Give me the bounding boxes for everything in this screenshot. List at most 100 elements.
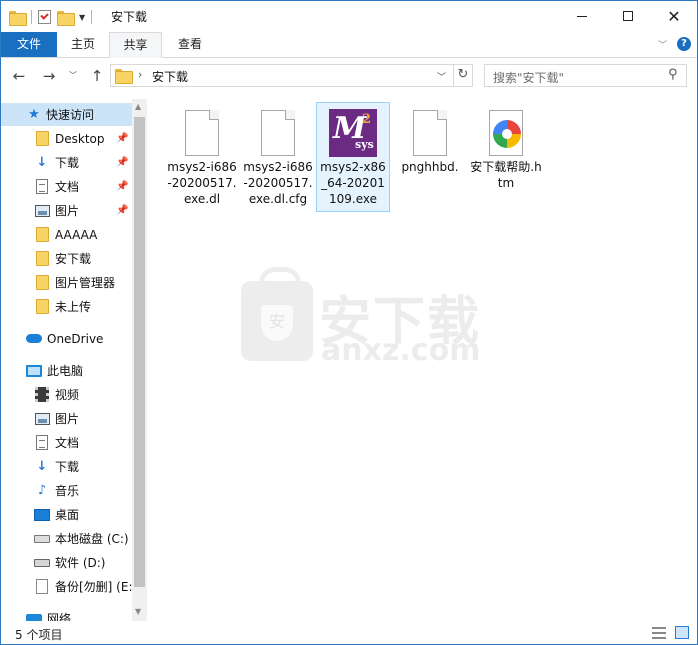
document-icon bbox=[34, 179, 50, 195]
sidebar-item-network[interactable]: 网络 bbox=[1, 607, 132, 621]
sidebar-item-pc-pictures[interactable]: 图片 bbox=[1, 407, 132, 430]
blank-file-icon bbox=[185, 110, 219, 156]
sidebar-item-label: AAAAA bbox=[55, 227, 98, 242]
sidebar-item-label: Desktop bbox=[55, 131, 105, 146]
pin-icon[interactable]: 📌 bbox=[116, 205, 128, 216]
breadcrumb-current[interactable]: 安下载 bbox=[152, 68, 188, 85]
search-input[interactable]: 搜索"安下载" ⚲ bbox=[484, 64, 687, 87]
file-name: pnghhbd. bbox=[401, 160, 459, 174]
tab-home[interactable]: 主页 bbox=[59, 32, 107, 57]
tab-share[interactable]: 共享 bbox=[109, 32, 162, 58]
pin-icon[interactable]: 📌 bbox=[116, 157, 128, 168]
large-icons-view-icon[interactable] bbox=[675, 626, 689, 639]
msys2-app-icon: M 2 sys bbox=[329, 109, 377, 157]
sidebar-item-drive-c[interactable]: 本地磁盘 (C:) bbox=[1, 527, 132, 550]
sidebar-item-label: 软件 (D:) bbox=[55, 556, 106, 570]
sidebar-item-label: 视频 bbox=[55, 388, 80, 402]
file-item[interactable]: msys2-i686-20200517.exe.dl.cfg bbox=[241, 103, 315, 211]
minimize-button[interactable] bbox=[559, 1, 605, 31]
toolbar-separator bbox=[91, 10, 93, 24]
file-item-selected[interactable]: M 2 sys msys2-x86_64-20201109.exe bbox=[316, 102, 390, 212]
network-icon bbox=[26, 611, 42, 621]
recent-locations-chevron-icon[interactable]: ﹀ bbox=[63, 66, 83, 86]
sidebar-item-pictures[interactable]: 图片 📌 bbox=[1, 199, 132, 222]
tab-view[interactable]: 查看 bbox=[164, 32, 216, 57]
file-name: msys2-i686-20200517.exe.dl.cfg bbox=[243, 160, 313, 206]
sidebar-item-label: 未上传 bbox=[55, 300, 92, 314]
sidebar-item-music[interactable]: ♪ 音乐 bbox=[1, 479, 132, 502]
up-arrow-icon[interactable]: ↑ bbox=[87, 66, 107, 86]
sidebar-item-downloads[interactable]: ↓ 下载 📌 bbox=[1, 151, 132, 174]
sidebar-item-this-pc[interactable]: 此电脑 bbox=[1, 359, 132, 382]
html-file-icon bbox=[489, 110, 523, 156]
breadcrumb-chevron-icon[interactable]: › bbox=[138, 68, 142, 81]
maximize-button[interactable] bbox=[605, 1, 651, 31]
star-icon: ★ bbox=[28, 107, 40, 122]
computer-icon bbox=[26, 363, 42, 379]
scroll-down-arrow-icon[interactable]: ▼ bbox=[135, 607, 141, 616]
sidebar-item-label: 网络 bbox=[47, 612, 72, 621]
sidebar-item-onedrive[interactable]: OneDrive bbox=[1, 327, 132, 350]
sidebar-item-picture-manager[interactable]: 图片管理器 bbox=[1, 271, 132, 294]
sidebar-item-quick-access[interactable]: ★ 快速访问 bbox=[1, 103, 132, 126]
folder-icon bbox=[115, 69, 133, 84]
sidebar-scrollbar[interactable]: ▲ ▼ bbox=[132, 99, 147, 621]
sidebar-item-label: 快速访问 bbox=[46, 108, 95, 122]
cloud-icon bbox=[26, 331, 42, 347]
tab-file[interactable]: 文件 bbox=[1, 32, 57, 57]
sidebar-item-label: 安下载 bbox=[55, 252, 92, 266]
sidebar-item-pc-downloads[interactable]: ↓ 下载 bbox=[1, 455, 132, 478]
sidebar-item-label: 文档 bbox=[55, 436, 80, 450]
sidebar-item-documents[interactable]: 文档 📌 bbox=[1, 175, 132, 198]
sidebar-item-pc-documents[interactable]: 文档 bbox=[1, 431, 132, 454]
picture-icon bbox=[34, 411, 50, 427]
forward-arrow-icon[interactable]: → bbox=[39, 66, 59, 86]
file-item[interactable]: 安下载帮助.htm bbox=[469, 103, 543, 195]
sidebar-item-label: 音乐 bbox=[55, 484, 80, 498]
folder-icon bbox=[34, 227, 50, 243]
pin-icon[interactable]: 📌 bbox=[116, 133, 128, 144]
sidebar-item-label: 图片管理器 bbox=[55, 276, 116, 290]
search-placeholder: 搜索"安下载" bbox=[493, 71, 565, 85]
search-icon[interactable]: ⚲ bbox=[668, 67, 678, 82]
new-folder-icon[interactable] bbox=[57, 10, 75, 26]
folder-icon bbox=[34, 275, 50, 291]
sidebar-item-label: 此电脑 bbox=[47, 364, 84, 378]
pin-icon[interactable]: 📌 bbox=[116, 181, 128, 192]
file-item[interactable]: msys2-i686-20200517.exe.dl bbox=[165, 103, 239, 211]
sidebar-item-label: 本地磁盘 (C:) bbox=[55, 532, 129, 546]
navigation-pane: ★ 快速访问 Desktop 📌 ↓ 下载 📌 文档 📌 图片 📌 AAAAA bbox=[1, 99, 148, 621]
sidebar-item-label: OneDrive bbox=[47, 331, 104, 346]
music-note-icon: ♪ bbox=[37, 483, 47, 498]
sidebar-item-aaaaa[interactable]: AAAAA bbox=[1, 223, 132, 246]
customize-toolbar-arrow-icon[interactable]: ▼ bbox=[79, 13, 85, 22]
back-arrow-icon[interactable]: ← bbox=[9, 66, 29, 86]
sidebar-item-anxiazai[interactable]: 安下载 bbox=[1, 247, 132, 270]
file-name: msys2-i686-20200517.exe.dl bbox=[167, 160, 237, 206]
properties-icon[interactable] bbox=[38, 10, 51, 24]
navigation-bar: ← → ﹀ ↑ › 安下载 ﹀ ↻ 搜索"安下载" ⚲ bbox=[1, 59, 697, 93]
sidebar-item-desktop-pc[interactable]: 桌面 bbox=[1, 503, 132, 526]
file-item[interactable]: pnghhbd. bbox=[393, 103, 467, 179]
ribbon-tabs: 文件 主页 共享 查看 ﹀ ? bbox=[1, 32, 697, 58]
sidebar-item-not-uploaded[interactable]: 未上传 bbox=[1, 295, 132, 318]
sidebar-item-drive-e[interactable]: 备份[勿删] (E: bbox=[1, 575, 133, 598]
address-bar[interactable]: › 安下载 ﹀ bbox=[110, 64, 454, 87]
help-icon[interactable]: ? bbox=[677, 37, 691, 51]
window-title: 安下载 bbox=[111, 10, 148, 24]
scrollbar-thumb[interactable] bbox=[134, 117, 145, 587]
refresh-button[interactable]: ↻ bbox=[453, 64, 473, 87]
file-name: 安下载帮助.htm bbox=[470, 160, 542, 190]
toolbar-separator bbox=[31, 10, 32, 24]
close-button[interactable]: ✕ bbox=[651, 1, 697, 31]
sidebar-item-label: 下载 bbox=[55, 156, 80, 170]
sidebar-item-desktop[interactable]: Desktop 📌 bbox=[1, 127, 132, 150]
address-history-dropdown-icon[interactable]: ﹀ bbox=[437, 70, 446, 83]
drive-icon bbox=[34, 531, 50, 547]
expand-ribbon-icon[interactable]: ﹀ bbox=[658, 38, 667, 51]
sidebar-item-videos[interactable]: 视频 bbox=[1, 383, 132, 406]
download-arrow-icon: ↓ bbox=[36, 155, 48, 170]
details-view-icon[interactable] bbox=[652, 627, 666, 639]
scroll-up-arrow-icon[interactable]: ▲ bbox=[135, 102, 141, 111]
sidebar-item-drive-d[interactable]: 软件 (D:) bbox=[1, 551, 132, 574]
